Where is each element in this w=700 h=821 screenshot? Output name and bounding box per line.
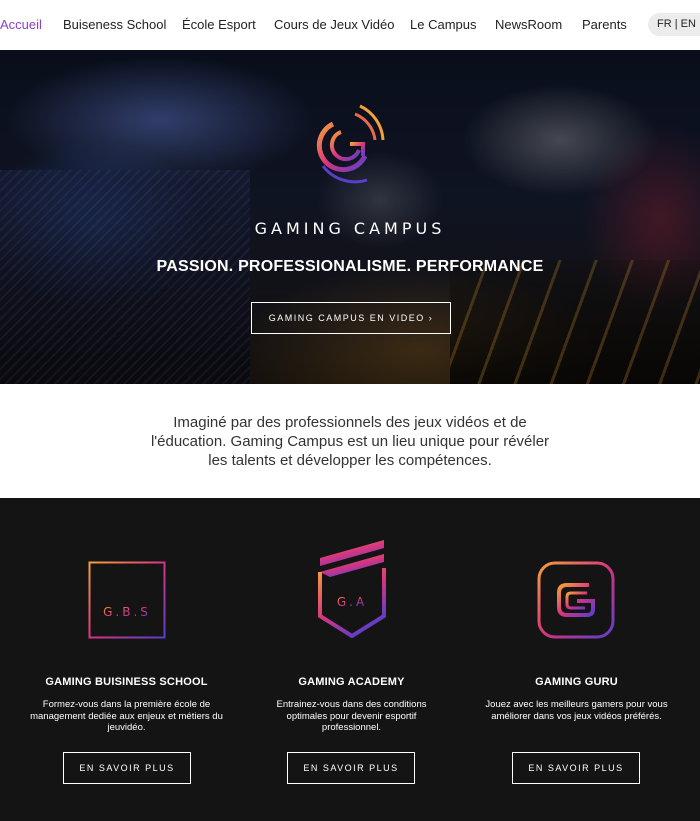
language-switcher[interactable]: FR | EN [648, 13, 700, 36]
gbs-logo-icon: G.B.S [88, 561, 166, 639]
ga-shield-icon: G.A [318, 540, 386, 639]
schools-section: G.B.S GAMING BUISINESS SCHOOL Formez-vou… [0, 498, 700, 821]
gaming-guru-icon [537, 561, 615, 639]
hero-brand-title: GAMING CAMPUS [254, 219, 446, 238]
learn-more-button-gbs[interactable]: EN SAVOIR PLUS [63, 752, 191, 784]
school-title-gbs: GAMING BUISINESS SCHOOL [45, 676, 208, 688]
nav-item-cours-jeux-video[interactable]: Cours de Jeux Vidéo [274, 17, 394, 32]
ga-logo-text: G.A [337, 595, 367, 609]
hero-tagline: PASSION. PROFESSIONALISME. PERFORMANCE [156, 258, 544, 275]
hero-video-button[interactable]: GAMING CAMPUS EN VIDEO › [251, 302, 451, 334]
nav-item-ecole-esport[interactable]: École Esport [182, 17, 256, 32]
nav-item-parents[interactable]: Parents [582, 17, 627, 32]
top-navigation: Accueil Buiseness School École Esport Co… [0, 0, 700, 50]
school-description-academy: Entrainez-vous dans des conditions optim… [276, 699, 427, 733]
intro-text: Imaginé par des professionnels des jeux … [150, 414, 550, 469]
intro-section: Imaginé par des professionnels des jeux … [0, 384, 700, 498]
learn-more-button-guru[interactable]: EN SAVOIR PLUS [512, 752, 640, 784]
nav-item-le-campus[interactable]: Le Campus [410, 17, 476, 32]
gaming-campus-logo-icon [316, 104, 385, 184]
school-description-gbs: Formez-vous dans la première école de ma… [30, 699, 223, 733]
gbs-logo-text: G.B.S [103, 605, 151, 619]
school-card-gbs: G.B.S GAMING BUISINESS SCHOOL Formez-vou… [10, 498, 243, 821]
school-card-guru: GAMING GURU Jouez avec les meilleurs gam… [460, 498, 693, 821]
nav-item-business-school[interactable]: Buiseness School [63, 17, 166, 32]
school-card-academy: G.A GAMING ACADEMY Entrainez-vous dans d… [235, 498, 468, 821]
school-title-guru: GAMING GURU [535, 676, 618, 688]
nav-item-accueil[interactable]: Accueil [0, 17, 42, 32]
learn-more-button-academy[interactable]: EN SAVOIR PLUS [287, 752, 415, 784]
nav-item-newsroom[interactable]: NewsRoom [495, 17, 562, 32]
school-description-guru: Jouez avec les meilleurs gamers pour vou… [485, 699, 668, 722]
hero-banner: GAMING CAMPUS PASSION. PROFESSIONALISME.… [0, 50, 700, 384]
school-title-academy: GAMING ACADEMY [298, 676, 405, 688]
